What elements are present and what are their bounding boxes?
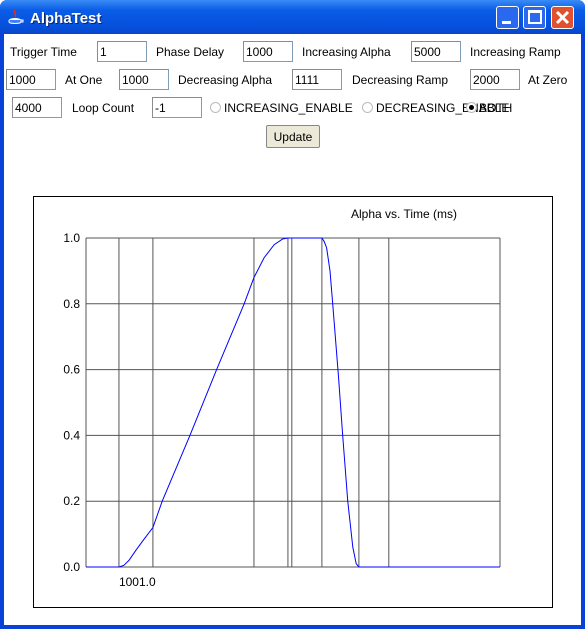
trigger-time-label: Trigger Time bbox=[10, 45, 77, 59]
minimize-button[interactable] bbox=[496, 6, 519, 29]
increasing-alpha-label: Increasing Alpha bbox=[302, 45, 391, 59]
trigger-time-input[interactable] bbox=[97, 41, 147, 62]
phase-delay-input[interactable] bbox=[243, 41, 293, 62]
chart-panel: 0.0 0.2 0.4 0.6 0.8 1.0 1001.0 Alpha vs. Time (… bbox=[33, 196, 553, 608]
at-one-input[interactable] bbox=[119, 69, 169, 90]
update-button[interactable]: Update bbox=[266, 125, 320, 148]
both-radio[interactable] bbox=[466, 102, 477, 113]
window-title: AlphaTest bbox=[30, 10, 102, 27]
alpha-series-line bbox=[86, 237, 500, 568]
maximize-button[interactable] bbox=[523, 6, 546, 29]
at-zero-label: At Zero bbox=[528, 73, 568, 87]
alpha-time-chart: 0.0 0.2 0.4 0.6 0.8 1.0 1001.0 Alpha vs. Time (… bbox=[63, 207, 501, 589]
y-tick-label: 1.0 bbox=[63, 231, 80, 245]
decreasing-ramp-input[interactable] bbox=[470, 69, 520, 90]
phase-delay-label: Phase Delay bbox=[156, 45, 225, 59]
content-panel: Trigger Time Phase Delay Increasing Alph… bbox=[4, 34, 581, 625]
close-button[interactable] bbox=[551, 6, 574, 29]
both-label[interactable]: BOTH bbox=[479, 101, 512, 115]
loop-count-input[interactable] bbox=[152, 97, 202, 118]
loop-count-label: Loop Count bbox=[72, 101, 135, 115]
title-bar[interactable]: AlphaTest bbox=[0, 0, 585, 34]
minimize-icon bbox=[502, 21, 511, 24]
increasing-enable-radio[interactable] bbox=[210, 102, 221, 113]
decreasing-alpha-label: Decreasing Alpha bbox=[178, 73, 273, 87]
java-cup-icon bbox=[8, 9, 24, 24]
increasing-alpha-input[interactable] bbox=[411, 41, 461, 62]
y-tick-label: 0.4 bbox=[63, 428, 80, 442]
chart-title: Alpha vs. Time (ms) bbox=[351, 207, 457, 221]
at-one-label: At One bbox=[65, 73, 103, 87]
decreasing-alpha-input[interactable] bbox=[292, 69, 342, 90]
increasing-ramp-label: Increasing Ramp bbox=[470, 45, 561, 59]
y-tick-label: 0.2 bbox=[63, 494, 80, 508]
increasing-ramp-input[interactable] bbox=[6, 69, 56, 90]
close-icon bbox=[555, 10, 570, 25]
y-tick-label: 0.8 bbox=[63, 297, 80, 311]
y-tick-label: 0.6 bbox=[63, 363, 80, 377]
decreasing-enable-radio[interactable] bbox=[362, 102, 373, 113]
at-zero-input[interactable] bbox=[12, 97, 62, 118]
x-tick-label: 1001.0 bbox=[119, 575, 156, 589]
decreasing-ramp-label: Decreasing Ramp bbox=[352, 73, 449, 87]
increasing-enable-label[interactable]: INCREASING_ENABLE bbox=[224, 101, 353, 115]
y-tick-label: 0.0 bbox=[63, 560, 80, 574]
app-window: AlphaTest Trigger Time Phase Delay Incre… bbox=[0, 0, 585, 629]
maximize-icon bbox=[528, 10, 542, 24]
